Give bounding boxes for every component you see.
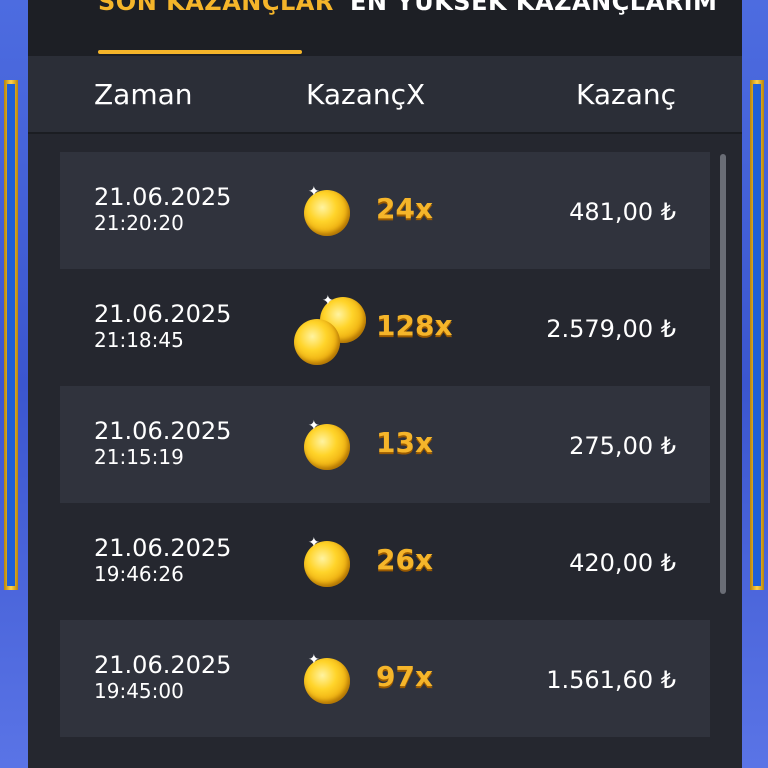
row-win-amount: 481,00 ₺ [569, 198, 676, 226]
row-multiplier: 128x [376, 309, 453, 342]
row-time: 19:45:00 [94, 679, 184, 703]
game-frame-right [750, 80, 764, 590]
row-time: 21:18:45 [94, 328, 184, 352]
game-frame-left [4, 80, 18, 590]
row-multiplier: 24x [376, 192, 434, 225]
tab-bar: SON KAZANÇLAR EN YÜKSEK KAZANÇLARIM [28, 0, 742, 56]
coin-icon: ✦ [300, 652, 360, 708]
row-multiplier: 26x [376, 543, 434, 576]
row-multiplier: 97x [376, 660, 434, 693]
column-header-time: Zaman [94, 78, 193, 111]
row-date: 21.06.2025 [94, 651, 232, 679]
row-win-amount: 1.561,60 ₺ [546, 666, 676, 694]
active-tab-indicator [98, 50, 302, 54]
row-win-amount: 420,00 ₺ [569, 549, 676, 577]
table-header: Zaman KazançX Kazanç [28, 56, 742, 134]
row-date: 21.06.2025 [94, 183, 232, 211]
scrollbar[interactable] [720, 154, 726, 594]
row-date: 21.06.2025 [94, 534, 232, 562]
table-row: 21.06.2025 21:15:19 ✦ 13x 275,00 ₺ [60, 386, 710, 503]
coin-icon: ✦ [300, 418, 360, 474]
row-time: 21:20:20 [94, 211, 184, 235]
table-row: 21.06.2025 21:20:20 ✦ 24x 481,00 ₺ [60, 152, 710, 269]
wins-list[interactable]: 21.06.2025 21:20:20 ✦ 24x 481,00 ₺ 21.06… [60, 152, 710, 737]
row-time: 21:15:19 [94, 445, 184, 469]
coin-stack-icon: ✦ [294, 293, 366, 365]
row-date: 21.06.2025 [94, 417, 232, 445]
row-win-amount: 275,00 ₺ [569, 432, 676, 460]
coin-icon: ✦ [300, 535, 360, 591]
tab-recent-wins[interactable]: SON KAZANÇLAR [98, 0, 334, 32]
tab-top-wins[interactable]: EN YÜKSEK KAZANÇLARIM [350, 0, 717, 32]
table-row: 21.06.2025 19:46:26 ✦ 26x 420,00 ₺ [60, 503, 710, 620]
row-time: 19:46:26 [94, 562, 184, 586]
row-date: 21.06.2025 [94, 300, 232, 328]
row-win-amount: 2.579,00 ₺ [546, 315, 676, 343]
row-multiplier: 13x [376, 426, 434, 459]
column-header-win: Kazanç [575, 78, 676, 111]
column-header-multiplier: KazançX [306, 78, 426, 111]
table-row: 21.06.2025 19:45:00 ✦ 97x 1.561,60 ₺ [60, 620, 710, 737]
wins-panel: SON KAZANÇLAR EN YÜKSEK KAZANÇLARIM Zama… [28, 0, 742, 768]
table-row: 21.06.2025 21:18:45 ✦ 128x 2.579,00 ₺ [60, 269, 710, 386]
coin-icon: ✦ [300, 184, 360, 240]
